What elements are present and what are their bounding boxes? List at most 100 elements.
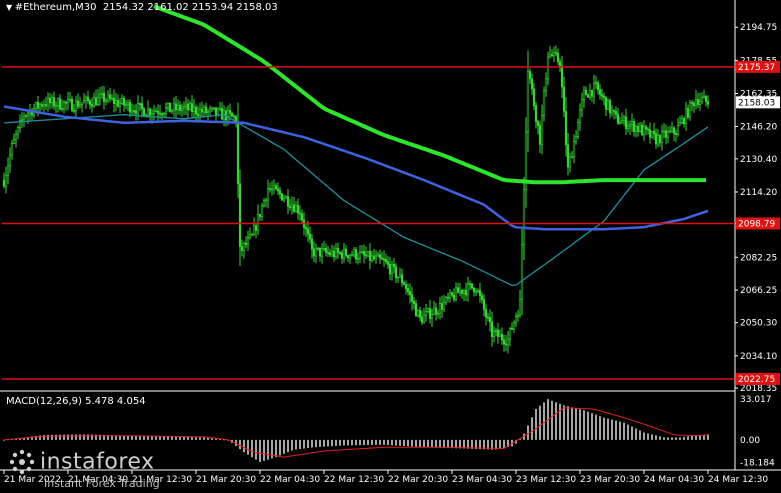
candle-body bbox=[626, 126, 630, 129]
candle-body bbox=[176, 104, 180, 111]
macd-bar bbox=[59, 434, 61, 440]
candle-body bbox=[324, 248, 328, 253]
candle-body bbox=[586, 94, 590, 98]
macd-bar bbox=[171, 436, 173, 440]
candle-body bbox=[678, 122, 682, 126]
candle-body bbox=[598, 89, 602, 95]
candle-body bbox=[530, 78, 534, 90]
macd-bar bbox=[351, 439, 353, 446]
instaforex-watermark: instaforex Instant Forex Trading bbox=[8, 448, 160, 490]
candle-body bbox=[476, 290, 480, 292]
menu-triangle-icon[interactable]: ▼ bbox=[6, 3, 15, 12]
candle-body bbox=[172, 103, 176, 111]
ma-slow-line bbox=[153, 4, 706, 185]
candle-body bbox=[308, 233, 312, 240]
candle-body bbox=[152, 110, 156, 114]
macd-bar bbox=[391, 439, 393, 446]
candle-body bbox=[444, 296, 448, 303]
candle-body bbox=[46, 97, 50, 107]
chart-header: ▼ #Ethereum,M30 2154.32 2161.02 2153.94 … bbox=[6, 2, 278, 13]
candle-body bbox=[452, 294, 456, 300]
candle-body bbox=[564, 111, 568, 146]
last-price-label: 2158.03 bbox=[738, 98, 775, 108]
candle-body bbox=[210, 107, 214, 110]
macd-bar bbox=[379, 439, 381, 445]
macd-bar bbox=[291, 439, 293, 451]
macd-bar bbox=[311, 439, 313, 448]
candle-body bbox=[670, 127, 674, 132]
candle-body bbox=[446, 296, 450, 299]
candle-body bbox=[576, 121, 580, 137]
macd-bar bbox=[395, 439, 397, 446]
candle-body bbox=[606, 100, 610, 110]
ma-mid-line bbox=[3, 105, 709, 231]
candle-body bbox=[336, 248, 340, 253]
candle-body bbox=[252, 225, 256, 235]
candle-body bbox=[392, 263, 396, 268]
macd-bar bbox=[575, 408, 577, 440]
candle-body bbox=[204, 106, 208, 114]
macd-bar bbox=[559, 403, 561, 440]
candle-body bbox=[274, 185, 278, 189]
macd-bar bbox=[383, 439, 385, 445]
price-tick-label: 2018.35 bbox=[740, 384, 777, 394]
macd-bar bbox=[75, 434, 77, 440]
macd-bar bbox=[251, 439, 253, 458]
candle-body bbox=[480, 295, 484, 300]
candle-body bbox=[282, 197, 286, 201]
candle-body bbox=[166, 102, 170, 108]
macd-bar bbox=[631, 426, 633, 440]
candle-body bbox=[316, 247, 320, 250]
candle-body bbox=[704, 95, 708, 102]
macd-bar bbox=[71, 434, 73, 440]
time-tick-label: 23 Mar 04:30 bbox=[452, 475, 512, 485]
macd-bar bbox=[67, 434, 69, 440]
candle-body bbox=[158, 112, 162, 115]
macd-bar bbox=[591, 413, 593, 440]
macd-bar bbox=[267, 439, 269, 460]
candle-body bbox=[188, 103, 192, 111]
candle-body bbox=[318, 247, 322, 257]
macd-bar bbox=[407, 439, 409, 447]
candle-body bbox=[596, 82, 600, 90]
candle-body bbox=[544, 78, 548, 92]
candle-body bbox=[62, 101, 66, 110]
macd-bar bbox=[239, 439, 241, 450]
candle-body bbox=[420, 316, 424, 323]
candle-body bbox=[534, 105, 538, 122]
candle-body bbox=[44, 104, 48, 107]
candle-body bbox=[142, 108, 146, 117]
candle-body bbox=[186, 103, 190, 111]
candle-body bbox=[288, 205, 292, 208]
macd-bar bbox=[243, 439, 245, 453]
candle-body bbox=[416, 310, 420, 316]
candle-body bbox=[474, 290, 478, 293]
candle-body bbox=[226, 110, 230, 121]
macd-bar bbox=[299, 439, 301, 449]
candle-body bbox=[602, 95, 606, 98]
candle-body bbox=[706, 101, 710, 105]
candle-body bbox=[654, 133, 658, 145]
candle-body bbox=[648, 129, 652, 138]
level-label: 2098.79 bbox=[738, 219, 775, 229]
candle-body bbox=[40, 104, 44, 107]
candle-body bbox=[374, 255, 378, 260]
candle-body bbox=[536, 121, 540, 126]
candle-body bbox=[630, 121, 634, 125]
macd-bar bbox=[247, 439, 249, 455]
macd-bar bbox=[339, 439, 341, 446]
candle-body bbox=[264, 199, 268, 202]
price-tick-label: 2066.25 bbox=[740, 286, 777, 296]
candle-body bbox=[390, 263, 394, 275]
candle-body bbox=[170, 109, 174, 112]
candle-body bbox=[278, 190, 282, 195]
macd-bar bbox=[163, 436, 165, 440]
candle-body bbox=[394, 266, 398, 279]
candle-body bbox=[682, 118, 686, 125]
candle-body bbox=[162, 113, 166, 115]
macd-bar bbox=[623, 422, 625, 440]
macd-bar bbox=[663, 437, 665, 440]
candle-body bbox=[518, 298, 522, 316]
candle-body bbox=[128, 102, 132, 113]
candle-body bbox=[140, 103, 144, 110]
